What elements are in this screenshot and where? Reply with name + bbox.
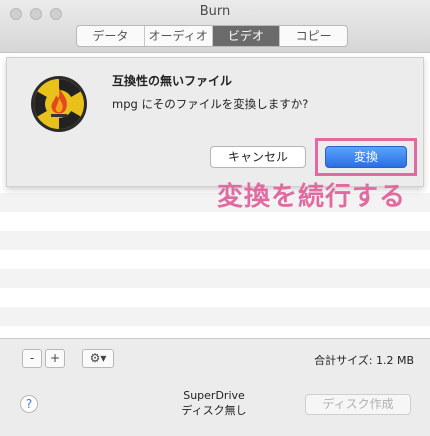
burn-disc-button[interactable]: ディスク作成 xyxy=(305,394,411,415)
window-title: Burn xyxy=(199,4,231,19)
drive-status: ディスク無し xyxy=(181,404,247,417)
gear-icon: ⚙▾ xyxy=(89,351,107,365)
remove-button[interactable]: - xyxy=(22,349,42,368)
tab-audio[interactable]: オーディオ xyxy=(145,26,213,46)
add-button[interactable]: + xyxy=(45,349,65,368)
drive-info: SuperDrive ディスク無し xyxy=(164,388,264,418)
annotation-label: 変換を続行する xyxy=(217,182,407,212)
dialog-title: 互換性の無いファイル xyxy=(112,74,233,88)
list-row xyxy=(0,307,430,326)
dialog-message: mpg にそのファイルを変換しますか? xyxy=(112,97,309,111)
total-size: 合計サイズ: 1.2 MB xyxy=(314,354,414,367)
tab-video[interactable]: ビデオ xyxy=(212,26,281,46)
help-button[interactable]: ? xyxy=(20,395,38,413)
tab-bar: データ オーディオ ビデオ コピー xyxy=(76,25,348,47)
list-row xyxy=(0,231,430,250)
burn-app-icon xyxy=(31,76,87,132)
title-bar: Burn データ オーディオ ビデオ コピー xyxy=(0,0,430,53)
tab-data[interactable]: データ xyxy=(77,26,145,46)
bottom-bar: - + ⚙▾ 合計サイズ: 1.2 MB ? SuperDrive ディスク無し… xyxy=(0,338,430,436)
gear-menu-button[interactable]: ⚙▾ xyxy=(82,349,114,368)
incompatible-file-dialog: 互換性の無いファイル mpg にそのファイルを変換しますか? キャンセル 変換 xyxy=(6,57,424,187)
drive-name: SuperDrive xyxy=(183,389,245,402)
burn-window: Burn データ オーディオ ビデオ コピー 互換性の無いファイル mpg にそ… xyxy=(0,0,430,436)
tab-copy[interactable]: コピー xyxy=(280,26,347,46)
list-row xyxy=(0,269,430,288)
cancel-button[interactable]: キャンセル xyxy=(210,146,306,168)
convert-button[interactable]: 変換 xyxy=(325,146,407,168)
